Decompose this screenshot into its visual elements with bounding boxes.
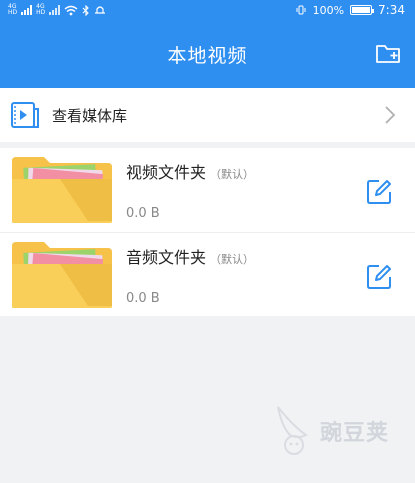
media-library-icon [11,102,39,128]
media-library-row[interactable]: 查看媒体库 [0,88,415,142]
vibrate-icon [296,5,306,15]
status-bar: 4G HD 4G HD 100% 7:34 [0,0,415,20]
folder-name: 视频文件夹 （默认） [126,159,254,183]
chevron-right-icon [385,106,396,124]
folder-item-video[interactable]: 视频文件夹 （默认） 0.0 B [0,148,415,232]
folder-item-audio[interactable]: 音频文件夹 （默认） 0.0 B [0,232,415,316]
folder-name-text: 视频文件夹 [126,163,207,182]
folder-size: 0.0 B [126,290,160,306]
page-title: 本地视频 [167,44,248,67]
media-library-label: 查看媒体库 [52,106,128,125]
status-left: 4G HD 4G HD [8,4,106,16]
network-type-icon: 4G HD [8,3,18,16]
app-header: 本地视频 [0,20,415,88]
folder-name-text: 音频文件夹 [126,247,207,267]
signal-2-icon [49,5,61,15]
battery-icon [350,5,375,15]
folder-name: 音频文件夹 （默认） [126,244,254,268]
edit-icon[interactable] [365,263,393,291]
edit-icon[interactable] [365,178,393,206]
bluetooth-icon [82,4,90,16]
clock: 7:34 [378,3,405,17]
watermark-logo-icon [277,406,308,455]
battery-percent: 100% [312,3,345,17]
notification-icon [95,6,106,14]
folder-info: 音频文件夹 （默认） 0.0 B [126,244,254,306]
signal-icon [21,5,33,15]
add-folder-icon[interactable] [375,42,403,66]
wifi-icon [64,5,78,15]
watermark-text: 豌豆荚 [319,421,389,446]
folder-list: 视频文件夹 （默认） 0.0 B 音频文件夹 （默认） 0.0 B [0,148,415,316]
default-tag: （默认） [210,252,255,266]
default-tag: （默认） [210,168,255,181]
folder-icon [12,157,112,223]
status-right: 100% 7:34 [295,3,405,17]
folder-icon [12,241,112,308]
folder-size: 0.0 B [126,206,160,221]
folder-info: 视频文件夹 （默认） 0.0 B [126,159,254,221]
watermark: 豌豆荚 [272,405,389,457]
network-type-2-icon: 4G HD [36,3,46,16]
battery-fill [352,7,371,13]
